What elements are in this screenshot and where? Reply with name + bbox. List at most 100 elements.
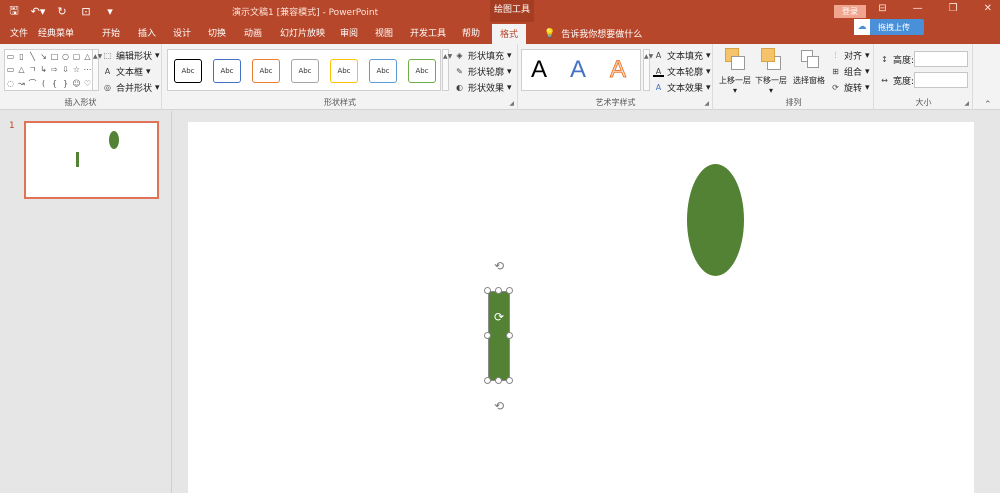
shape-outline-button[interactable]: ✎ 形状轮廓 ▾ bbox=[454, 65, 511, 79]
group-button[interactable]: ⊞ 组合 ▾ bbox=[830, 65, 869, 79]
qat-dropdown-icon[interactable]: ▾ bbox=[102, 3, 118, 19]
group-icon: ⊞ bbox=[832, 67, 839, 76]
tab-slideshow[interactable]: 幻灯片放映 bbox=[280, 26, 325, 39]
wordart-launcher-icon[interactable]: ◢ bbox=[704, 100, 709, 107]
wordart-style-2[interactable]: A bbox=[570, 56, 586, 84]
text-effects-button[interactable]: A 文本效果 ▾ bbox=[653, 81, 711, 95]
down-arrow-shape-icon[interactable]: ⇩ bbox=[60, 63, 71, 76]
vertical-text-shape-icon[interactable]: ▯ bbox=[16, 50, 27, 63]
collapse-ribbon-icon[interactable]: ⌃ bbox=[984, 100, 992, 110]
shape-styles-scroll[interactable]: ▲▼ bbox=[442, 49, 452, 91]
bring-forward-button[interactable]: 上移一层 ▾ bbox=[716, 48, 754, 95]
elbow-arrow-icon[interactable]: ↳ bbox=[38, 63, 49, 76]
arc-shape-icon[interactable]: ⌒ bbox=[27, 77, 38, 90]
shape-style-7[interactable]: Abc bbox=[408, 59, 436, 83]
resize-handle-right[interactable] bbox=[506, 332, 513, 339]
send-backward-button[interactable]: 下移一层 ▾ bbox=[752, 48, 790, 95]
close-icon[interactable]: ✕ bbox=[984, 3, 992, 14]
brace-shape-icon[interactable]: { bbox=[49, 77, 60, 90]
bottom-rotation-icon[interactable]: ⟲ bbox=[492, 399, 506, 413]
redo-icon[interactable]: ↻ bbox=[54, 3, 70, 19]
drag-upload-button[interactable]: ☁ 拖拽上传 bbox=[854, 19, 924, 35]
text-outline-button[interactable]: A 文本轮廓 ▾ bbox=[653, 65, 711, 78]
wordart-style-3[interactable]: A bbox=[609, 56, 626, 84]
resize-handle-bottom[interactable] bbox=[495, 377, 502, 384]
tab-classic-menu[interactable]: 经典菜单 bbox=[38, 26, 74, 39]
shapes-gallery[interactable]: ▭ ▯ ╲ ↘ □ ○ ▢ △ ▭ △ ㄱ ↳ ⇨ ⇩ ☆ ⋯ ◌ ↝ ⌒ ( … bbox=[4, 49, 94, 91]
shape-styles-gallery[interactable]: Abc Abc Abc Abc Abc Abc Abc bbox=[167, 49, 441, 91]
right-brace-shape-icon[interactable]: } bbox=[60, 77, 71, 90]
shape-style-3[interactable]: Abc bbox=[252, 59, 280, 83]
right-arrow-shape-icon[interactable]: ⇨ bbox=[49, 63, 60, 76]
slide-thumbnail[interactable] bbox=[24, 121, 159, 199]
shapes-gallery-scroll[interactable]: ▲▼ bbox=[92, 49, 102, 91]
selection-pane-button[interactable]: 选择窗格 bbox=[790, 48, 828, 86]
shape-styles-launcher-icon[interactable]: ◢ bbox=[509, 100, 514, 107]
rotation-handle-icon[interactable]: ⟲ bbox=[492, 259, 506, 273]
resize-handle-bottom-left[interactable] bbox=[484, 377, 491, 384]
login-button[interactable]: 登录 bbox=[834, 5, 866, 18]
tab-developer[interactable]: 开发工具 bbox=[410, 26, 446, 39]
rect-shape-icon-2[interactable]: ▭ bbox=[5, 63, 16, 76]
resize-handle-left[interactable] bbox=[484, 332, 491, 339]
shape-fill-button[interactable]: ◈ 形状填充 ▾ bbox=[454, 49, 511, 63]
freeform-shape-icon[interactable]: ◌ bbox=[5, 77, 16, 90]
arrow-line-shape-icon[interactable]: ↘ bbox=[38, 50, 49, 63]
resize-handle-top-left[interactable] bbox=[484, 287, 491, 294]
star-shape-icon[interactable]: ☆ bbox=[71, 63, 82, 76]
tab-transitions[interactable]: 切换 bbox=[208, 26, 226, 39]
slide-canvas[interactable]: ⟲ ⟳ ⟲ bbox=[188, 122, 974, 493]
triangle-shape-icon-2[interactable]: △ bbox=[16, 63, 27, 76]
tab-home[interactable]: 开始 bbox=[102, 26, 120, 39]
edit-shape-button[interactable]: ⬚ 编辑形状 ▾ bbox=[102, 49, 160, 63]
width-input[interactable] bbox=[914, 72, 968, 88]
pen-icon: ✎ bbox=[456, 67, 463, 76]
wordart-style-1[interactable]: A bbox=[531, 56, 547, 84]
tell-me-search[interactable]: 💡 告诉我你想要做什么 bbox=[544, 27, 643, 41]
bracket-shape-icon[interactable]: ( bbox=[38, 77, 49, 90]
tab-review[interactable]: 审阅 bbox=[340, 26, 358, 39]
restore-icon[interactable]: ❐ bbox=[949, 3, 958, 14]
rotate-button[interactable]: ⟳ 旋转 ▾ bbox=[830, 81, 869, 95]
text-fill-button[interactable]: A 文本填充 ▾ bbox=[653, 49, 711, 63]
tab-format[interactable]: 格式 bbox=[492, 24, 527, 44]
green-ellipse-shape[interactable] bbox=[687, 164, 744, 276]
curve-shape-icon[interactable]: ↝ bbox=[16, 77, 27, 90]
shape-style-4[interactable]: Abc bbox=[291, 59, 319, 83]
tab-animations[interactable]: 动画 bbox=[244, 26, 262, 39]
minimize-icon[interactable]: — bbox=[913, 3, 923, 14]
resize-handle-bottom-right[interactable] bbox=[506, 377, 513, 384]
presentation-icon[interactable]: ⊡ bbox=[78, 3, 94, 19]
tab-help[interactable]: 帮助 bbox=[462, 26, 480, 39]
rectangle-shape-icon[interactable]: □ bbox=[49, 50, 60, 63]
wordart-scroll[interactable]: ▲▼ bbox=[643, 49, 653, 91]
text-box-button[interactable]: A 文本框 ▾ bbox=[102, 65, 151, 79]
tab-insert[interactable]: 插入 bbox=[138, 26, 156, 39]
oval-shape-icon[interactable]: ○ bbox=[60, 50, 71, 63]
size-launcher-icon[interactable]: ◢ bbox=[964, 100, 969, 107]
line-shape-icon[interactable]: ╲ bbox=[27, 50, 38, 63]
wordart-gallery[interactable]: A A A bbox=[521, 49, 641, 91]
rounded-rect-shape-icon[interactable]: ▢ bbox=[71, 50, 82, 63]
text-box-shape-icon[interactable]: ▭ bbox=[5, 50, 16, 63]
merge-shapes-button[interactable]: ◎ 合并形状 ▾ bbox=[102, 81, 160, 95]
tab-design[interactable]: 设计 bbox=[173, 26, 191, 39]
tell-me-text: 告诉我你想要做什么 bbox=[561, 30, 643, 40]
resize-handle-top-right[interactable] bbox=[506, 287, 513, 294]
elbow-connector-icon[interactable]: ㄱ bbox=[27, 63, 38, 76]
shape-effects-button[interactable]: ◐ 形状效果 ▾ bbox=[454, 81, 512, 95]
align-button[interactable]: ⫶ 对齐 ▾ bbox=[830, 49, 870, 63]
shape-style-2[interactable]: Abc bbox=[213, 59, 241, 83]
save-icon[interactable]: 🖫 bbox=[6, 3, 22, 19]
undo-icon[interactable]: ↶▾ bbox=[30, 3, 46, 19]
shape-style-1[interactable]: Abc bbox=[174, 59, 202, 83]
height-input[interactable] bbox=[914, 51, 968, 67]
inner-rotate-icon[interactable]: ⟳ bbox=[492, 310, 506, 324]
smiley-shape-icon[interactable]: ☺ bbox=[71, 77, 82, 90]
ribbon-display-icon[interactable]: ⊟ bbox=[878, 3, 886, 14]
tab-view[interactable]: 视图 bbox=[375, 26, 393, 39]
tab-file[interactable]: 文件 bbox=[10, 26, 28, 39]
shape-style-6[interactable]: Abc bbox=[369, 59, 397, 83]
shape-style-5[interactable]: Abc bbox=[330, 59, 358, 83]
resize-handle-top[interactable] bbox=[495, 287, 502, 294]
